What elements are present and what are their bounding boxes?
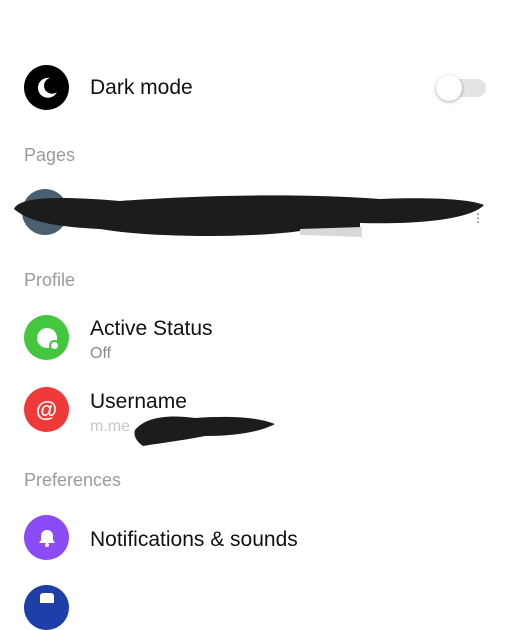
- shield-icon[interactable]: [24, 585, 69, 630]
- active-status-label: Active Status: [90, 317, 213, 340]
- section-header-profile: Profile: [24, 270, 76, 290]
- dark-mode-label: Dark mode: [90, 76, 193, 99]
- redaction-mark: [14, 195, 484, 237]
- active-status-value: Off: [90, 345, 112, 362]
- dark-mode-toggle-knob[interactable]: [436, 75, 462, 101]
- username-redaction-mark: [134, 416, 275, 446]
- page-item[interactable]: ⋮: [0, 185, 515, 245]
- section-header-preferences: Preferences: [24, 470, 122, 490]
- username-value: m.me: [90, 418, 130, 435]
- at-icon: @: [24, 387, 69, 432]
- moon-icon: [24, 65, 69, 110]
- active-status-icon: [24, 315, 69, 360]
- bell-icon: [24, 515, 69, 560]
- section-header-pages: Pages: [24, 145, 76, 165]
- notifications-label: Notifications & sounds: [90, 528, 298, 551]
